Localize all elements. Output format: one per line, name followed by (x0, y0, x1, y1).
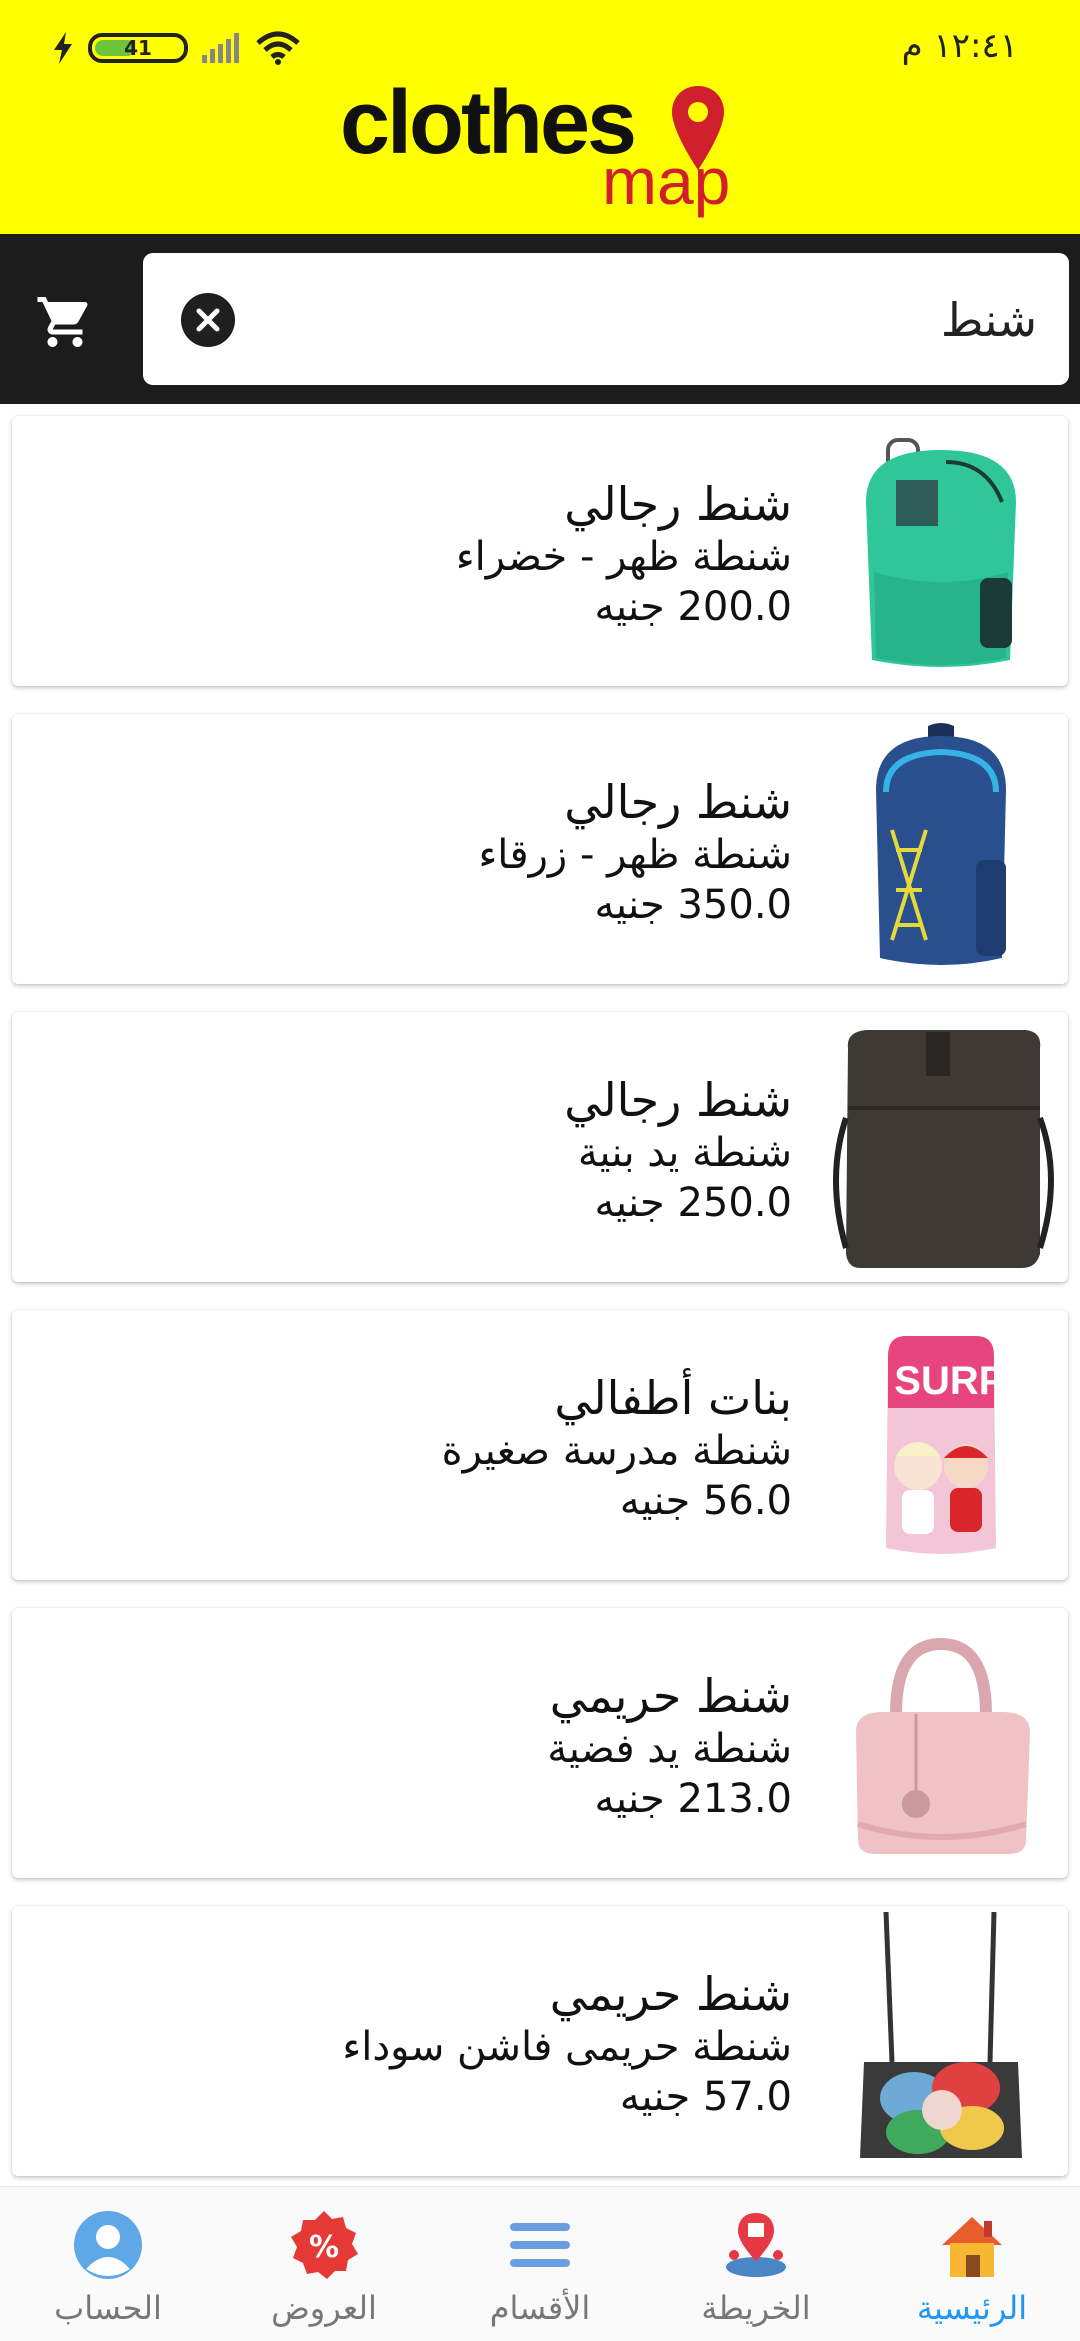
menu-icon (510, 2223, 570, 2267)
product-category: شنط حريمي (549, 1669, 792, 1723)
product-info: شنط رجالي شنطة يد بنية 250.0 جنيه (92, 1072, 792, 1228)
nav-item-map[interactable]: الخريطة (648, 2187, 864, 2341)
app-logo: clothes map (340, 78, 760, 228)
status-icons: 41 (52, 28, 300, 68)
product-price: 250.0 جنيه (594, 1180, 792, 1226)
close-icon (196, 308, 220, 332)
product-category: شنط رجالي (564, 775, 792, 829)
nav-label: الحساب (54, 2289, 162, 2327)
percent-badge-icon: % (291, 2211, 358, 2279)
product-card[interactable]: شنط رجالي شنطة يد بنية 250.0 جنيه (12, 1012, 1068, 1282)
nav-item-offers[interactable]: % العروض (216, 2187, 432, 2341)
svg-text:%: % (309, 2230, 339, 2265)
nav-label: العروض (271, 2289, 377, 2327)
map-icon (726, 2213, 786, 2277)
product-category: شنط رجالي (564, 1073, 792, 1127)
wifi-icon (256, 31, 300, 65)
product-info: شنط رجالي شنطة ظهر - زرقاء 350.0 جنيه (92, 774, 792, 930)
app-header: 41 ١٢:٤١ م clothes map (0, 0, 1080, 234)
product-image-black-flower-crossbody (826, 1912, 1056, 2170)
nav-item-categories[interactable]: الأقسام (432, 2187, 648, 2341)
cart-button[interactable] (20, 282, 110, 362)
nav-item-home[interactable]: الرئيسية (864, 2187, 1080, 2341)
search-input[interactable] (275, 253, 1039, 387)
search-bar (0, 234, 1080, 404)
nav-label: الخريطة (701, 2289, 811, 2327)
nav-label: الأقسام (489, 2289, 591, 2327)
product-image-lol-kids-backpack: L.O.L. SURPRISE! (826, 1316, 1056, 1574)
logo-word: clothes (340, 73, 637, 173)
product-name: شنطة يد فضية (547, 1726, 792, 1772)
product-card[interactable]: L.O.L. SURPRISE! بنات أطفالي شنطة مدرسة … (12, 1310, 1068, 1580)
product-name: شنطة حريمى فاشن سوداء (342, 2024, 792, 2070)
product-image-blue-backpack (826, 720, 1056, 978)
product-info: بنات أطفالي شنطة مدرسة صغيرة 56.0 جنيه (92, 1370, 792, 1526)
product-info: شنط حريمي شنطة يد فضية 213.0 جنيه (92, 1668, 792, 1824)
product-card[interactable]: شنط حريمي شنطة يد فضية 213.0 جنيه (12, 1608, 1068, 1878)
nav-item-account[interactable]: الحساب (0, 2187, 216, 2341)
product-price: 56.0 جنيه (619, 1478, 792, 1524)
product-price: 350.0 جنيه (594, 882, 792, 928)
home-icon (942, 2217, 1002, 2277)
product-info: شنط حريمي شنطة حريمى فاشن سوداء 57.0 جني… (92, 1966, 792, 2122)
product-name: شنطة يد بنية (577, 1130, 792, 1176)
product-name: شنطة ظهر - زرقاء (478, 832, 792, 878)
product-info: شنط رجالي شنطة ظهر - خضراء 200.0 جنيه (92, 476, 792, 632)
product-price: 57.0 جنيه (619, 2074, 792, 2120)
battery-level: 41 (124, 36, 152, 60)
shopping-cart-icon (37, 297, 88, 347)
product-category: شنط رجالي (564, 477, 792, 531)
product-image-green-backpack (826, 422, 1056, 680)
clear-search-button[interactable] (181, 293, 235, 347)
product-image-brown-shoulder-bag (826, 1018, 1056, 1276)
product-name: شنطة مدرسة صغيرة (441, 1428, 792, 1474)
product-name: شنطة ظهر - خضراء (455, 534, 792, 580)
product-card[interactable]: شنط رجالي شنطة ظهر - زرقاء 350.0 جنيه (12, 714, 1068, 984)
lol-logo-text: L.O.L. SURPRISE! (826, 1359, 1056, 1403)
battery-icon: 41 (88, 33, 188, 63)
product-card[interactable]: شنط حريمي شنطة حريمى فاشن سوداء 57.0 جني… (12, 1906, 1068, 2176)
logo-sub: map (602, 144, 731, 218)
charging-icon (54, 32, 72, 64)
product-price: 213.0 جنيه (594, 1776, 792, 1822)
product-category: بنات أطفالي (554, 1371, 792, 1425)
product-card[interactable]: شنط رجالي شنطة ظهر - خضراء 200.0 جنيه (12, 416, 1068, 686)
search-box (143, 253, 1069, 387)
status-time: ١٢:٤١ م (901, 26, 1018, 66)
bottom-navigation: الرئيسية الخريطة الأقسام % العروض الحساب (0, 2186, 1080, 2341)
nav-label: الرئيسية (916, 2289, 1028, 2327)
product-image-pink-handbag (826, 1614, 1056, 1872)
signal-icon (202, 33, 239, 63)
product-category: شنط حريمي (549, 1967, 792, 2021)
product-price: 200.0 جنيه (594, 584, 792, 630)
profile-icon (74, 2211, 142, 2279)
